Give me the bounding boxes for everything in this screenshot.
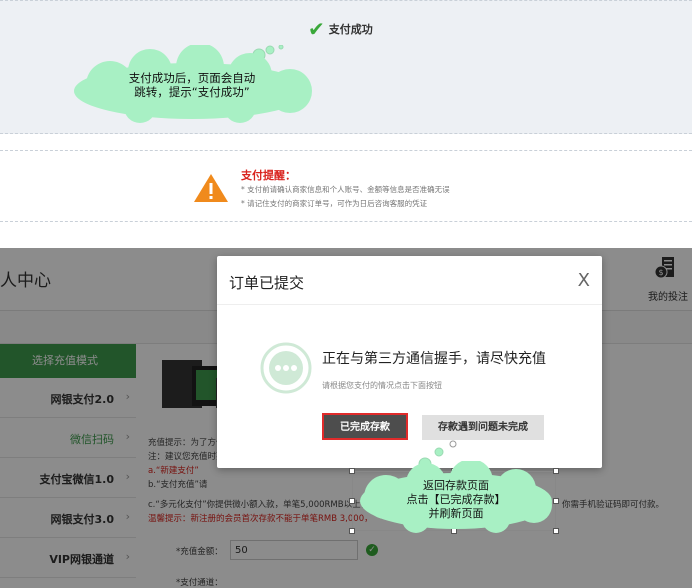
resize-handle[interactable] <box>349 528 355 534</box>
success-text: 支付成功 <box>328 23 373 36</box>
success-indicator: ✔ 支付成功 <box>308 19 373 39</box>
divider <box>217 304 602 305</box>
dialog-message: 正在与第三方通信握手，请尽快充值 <box>322 351 546 367</box>
chat-bubble-icon <box>260 342 312 394</box>
dialog-hint: 请根据您支付的情况点击下面按钮 <box>322 381 442 390</box>
resize-handle[interactable] <box>349 468 355 474</box>
notice-line: * 请记住支付的商家订单号，可作为日后咨询客服的凭证 <box>241 199 428 208</box>
warning-icon <box>194 174 228 202</box>
dialog-title: 订单已提交 <box>229 274 305 292</box>
notice-title: 支付提醒： <box>241 169 296 182</box>
annotation-cloud <box>74 45 312 123</box>
payment-notice: 支付提醒： * 支付前请确认商家信息和个人账号、金额等信息是否准确无误 * 请记… <box>0 150 692 222</box>
payment-success-panel: ✔ 支付成功 支付成功后，页面会自动 跳转，提示“支付成功” <box>0 0 692 134</box>
resize-handle[interactable] <box>349 498 355 504</box>
notice-line: * 支付前请确认商家信息和个人账号、金额等信息是否准确无误 <box>241 185 450 194</box>
recharge-app-screenshot: 人中心 $ 我的投注 选择充值模式 网银支付2.0 › 微信扫码 › 支付宝微信… <box>0 248 692 588</box>
annotation-cloud <box>360 461 552 533</box>
checkmark-icon: ✔ <box>308 17 325 41</box>
close-icon[interactable]: X <box>578 270 590 291</box>
